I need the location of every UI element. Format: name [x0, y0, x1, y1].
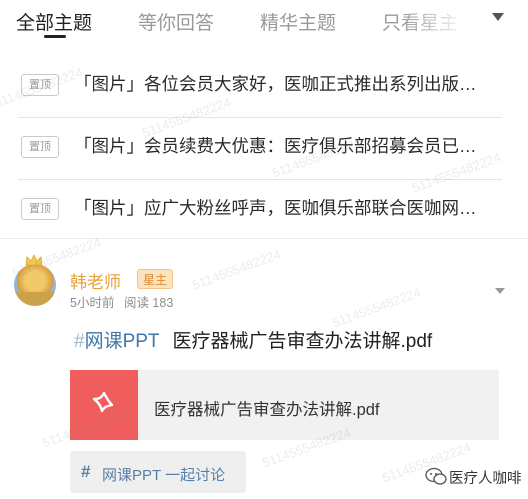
- tab-fade-overlay: [400, 0, 480, 40]
- pinned-item[interactable]: 置顶 「图片」应广大粉丝呼声，医咖俱乐部联合医咖网…: [0, 180, 528, 242]
- pinned-title[interactable]: 「图片」会员续费大优惠：医疗俱乐部招募会员已…: [74, 133, 514, 158]
- post-time: 5小时前: [70, 296, 115, 310]
- active-tab-indicator: [44, 35, 66, 38]
- file-name: 医疗器械广告审查办法讲解.pdf: [154, 401, 380, 419]
- hash-icon: #: [81, 462, 91, 481]
- pinned-title[interactable]: 「图片」应广大粉丝呼声，医咖俱乐部联合医咖网…: [74, 195, 514, 220]
- chevron-down-icon[interactable]: [492, 13, 504, 21]
- pinned-badge: 置顶: [21, 136, 59, 158]
- tab-featured-topics[interactable]: 精华主题: [260, 8, 336, 35]
- post-topic-link[interactable]: 网课PPT: [85, 331, 160, 352]
- pinned-badge: 置顶: [21, 74, 59, 96]
- pinned-item[interactable]: 置顶 「图片」各位会员大家好，医咖正式推出系列出版…: [0, 56, 528, 118]
- crown-icon: [25, 254, 43, 266]
- wechat-icon: [425, 467, 447, 485]
- topic-chip[interactable]: # 网课PPT 一起讨论: [70, 451, 246, 493]
- brand-text: 医疗人咖啡: [449, 471, 522, 487]
- tab-bar: 全部主题 等你回答 精华主题 只看星主: [0, 0, 528, 44]
- post-reads: 阅读 183: [123, 296, 174, 310]
- pdf-symbol-icon: [92, 391, 114, 413]
- topic-chip-label: 网课PPT 一起讨论: [102, 467, 226, 484]
- file-attachment[interactable]: 医疗器械广告审查办法讲解.pdf: [70, 370, 499, 440]
- watermark: 5114555482224: [190, 246, 283, 293]
- tab-waiting-answers[interactable]: 等你回答: [138, 8, 214, 35]
- avatar-ground: [14, 292, 56, 306]
- watermark: 5114555482224: [330, 284, 423, 331]
- pinned-badge: 置顶: [21, 198, 59, 220]
- avatar[interactable]: [14, 264, 56, 306]
- hash-icon: #: [74, 331, 85, 352]
- author-name[interactable]: 韩老师: [70, 268, 121, 293]
- pinned-item[interactable]: 置顶 「图片」会员续费大优惠：医疗俱乐部招募会员已…: [0, 118, 528, 180]
- chevron-down-icon[interactable]: [495, 288, 505, 294]
- role-badge: 星主: [137, 269, 174, 289]
- tab-all-topics[interactable]: 全部主题: [16, 8, 92, 35]
- pdf-icon: [70, 370, 138, 440]
- post-title-text: 医疗器械广告审查办法讲解.pdf: [172, 331, 433, 352]
- section-divider: [0, 238, 528, 239]
- post-meta: 5小时前 阅读 183: [70, 292, 173, 311]
- post-title: #网课PPT 医疗器械广告审查办法讲解.pdf: [74, 326, 432, 353]
- pinned-title[interactable]: 「图片」各位会员大家好，医咖正式推出系列出版…: [74, 71, 514, 96]
